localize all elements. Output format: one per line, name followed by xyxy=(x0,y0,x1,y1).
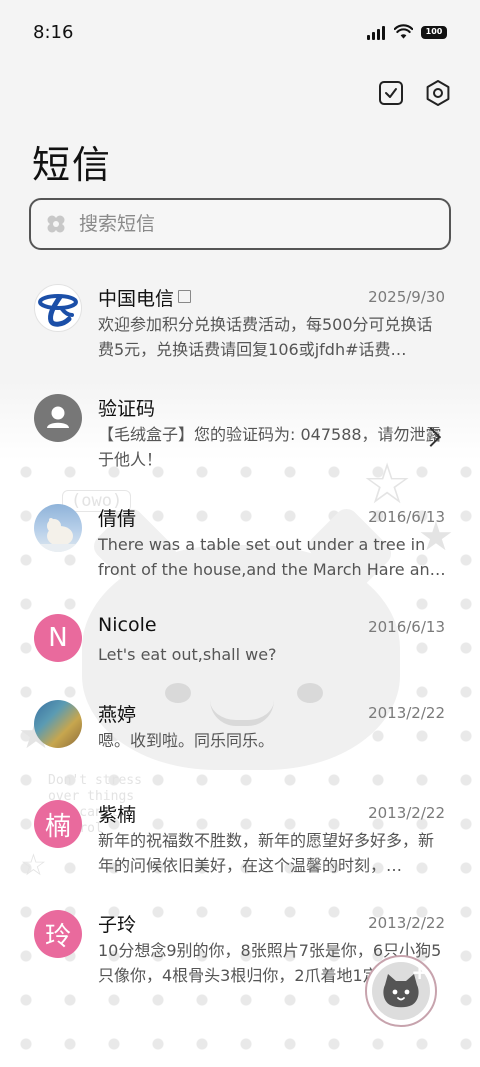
person-icon xyxy=(34,394,82,442)
checkbox-icon[interactable] xyxy=(375,77,407,109)
message-date: 2016/6/13 xyxy=(368,618,445,636)
contact-name: 中国电信 xyxy=(98,284,192,311)
page-title: 短信 xyxy=(32,143,113,187)
settings-icon[interactable] xyxy=(422,77,454,109)
message-date: 2025/9/30 xyxy=(368,288,445,306)
message-date: 2013/2/22 xyxy=(368,704,445,722)
compose-button[interactable]: + xyxy=(365,955,437,1027)
edit-icon xyxy=(178,290,192,303)
contact-name: Nicole xyxy=(98,614,157,636)
search-box[interactable] xyxy=(29,198,451,250)
message-preview: There was a table set out under a tree i… xyxy=(98,535,446,579)
conversation-item[interactable]: 倩倩 2016/6/13 There was a table set out u… xyxy=(0,488,480,596)
landscape-photo xyxy=(34,700,82,748)
conversation-item[interactable]: 验证码 【毛绒盒子】您的验证码为: 047588，请勿泄露于他人！ xyxy=(0,378,480,486)
search-input[interactable] xyxy=(79,213,399,235)
search-icon xyxy=(47,215,65,233)
message-preview: Let's eat out,shall we? xyxy=(98,645,277,664)
message-preview: 【毛绒盒子】您的验证码为: 047588，请勿泄露于他人！ xyxy=(98,425,442,469)
message-preview: 嗯。收到啦。同乐同乐。 xyxy=(98,731,275,750)
contact-name: 燕婷 xyxy=(98,704,137,726)
contact-name: 验证码 xyxy=(98,398,156,420)
china-telecom-logo xyxy=(34,284,82,332)
compose-icon: + xyxy=(372,960,430,1020)
avatar-letter: N xyxy=(34,614,82,662)
signal-icon xyxy=(367,26,387,40)
avatar-letter: 玲 xyxy=(34,910,82,958)
status-bar: 8:16 100 xyxy=(0,0,480,68)
battery-icon: 100 xyxy=(421,26,447,39)
conversation-item[interactable]: 楠 紫楠 2013/2/22 新年的祝福数不胜数，新年的愿望好多好多，新年的问候… xyxy=(0,784,480,892)
message-date: 2013/2/22 xyxy=(368,914,445,932)
message-date: 2016/6/13 xyxy=(368,508,445,526)
polar-bear-photo xyxy=(34,504,82,552)
contact-name: 倩倩 xyxy=(98,508,137,530)
message-date: 2013/2/22 xyxy=(368,804,445,822)
wifi-icon xyxy=(394,24,413,39)
status-time: 8:16 xyxy=(33,22,74,43)
contact-name: 紫楠 xyxy=(98,804,137,826)
contact-name: 子玲 xyxy=(98,914,137,936)
avatar-letter: 楠 xyxy=(34,800,82,848)
battery-level: 100 xyxy=(425,27,443,36)
message-preview: 欢迎参加积分兑换话费活动，每500分可兑换话费5元，兑换话费请回复106或jfd… xyxy=(98,315,433,359)
conversation-item[interactable]: 燕婷 2013/2/22 嗯。收到啦。同乐同乐。 xyxy=(0,684,480,792)
conversation-item[interactable]: 中国电信 2025/9/30 欢迎参加积分兑换话费活动，每500分可兑换话费5元… xyxy=(0,268,480,376)
message-preview: 新年的祝福数不胜数，新年的愿望好多好多，新年的问候依旧美好，在这个温馨的时刻，… xyxy=(98,831,435,875)
